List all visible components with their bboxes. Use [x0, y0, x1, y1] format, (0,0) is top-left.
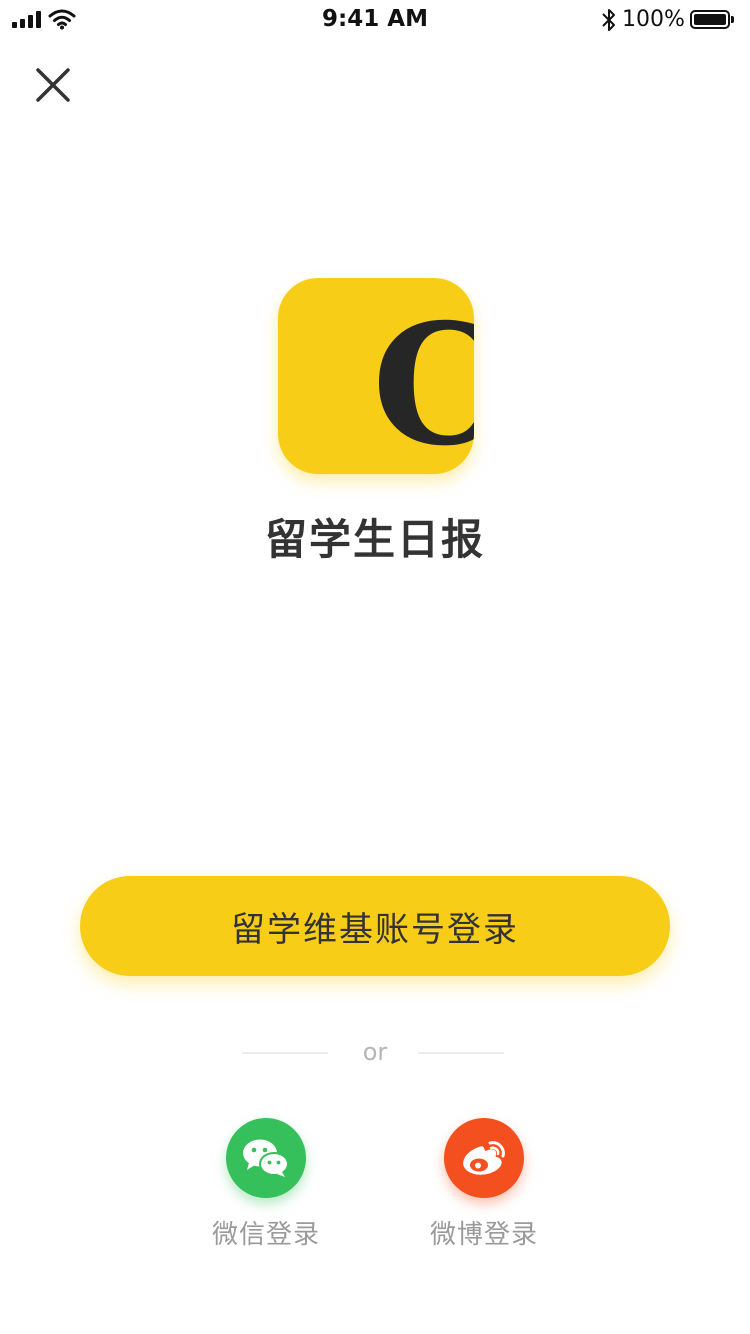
wechat-login-button[interactable]: 微信登录: [196, 1118, 336, 1251]
weibo-login-label: 微博登录: [429, 1220, 538, 1250]
divider-text: or: [362, 1038, 388, 1066]
status-bar: 9:41 AM 100%: [0, 0, 750, 40]
close-icon: [36, 68, 70, 102]
battery-percent: 100%: [622, 7, 685, 32]
wechat-login-label: 微信登录: [211, 1220, 320, 1250]
wechat-icon: [243, 1139, 289, 1177]
weibo-icon: [463, 1141, 505, 1175]
wiki-account-login-button[interactable]: 留学维基账号登录: [80, 876, 670, 976]
battery-icon: [690, 10, 734, 29]
weibo-login-button[interactable]: 微博登录: [414, 1118, 554, 1251]
app-name: 留学生日报: [264, 515, 485, 564]
app-logo: C: [278, 278, 474, 474]
divider-line-right: [418, 1052, 504, 1054]
wechat-login-circle[interactable]: [226, 1118, 306, 1198]
weibo-login-circle[interactable]: [444, 1118, 524, 1198]
close-button[interactable]: [28, 60, 78, 110]
logo-letter: C: [372, 288, 474, 474]
bluetooth-icon: [602, 9, 615, 31]
